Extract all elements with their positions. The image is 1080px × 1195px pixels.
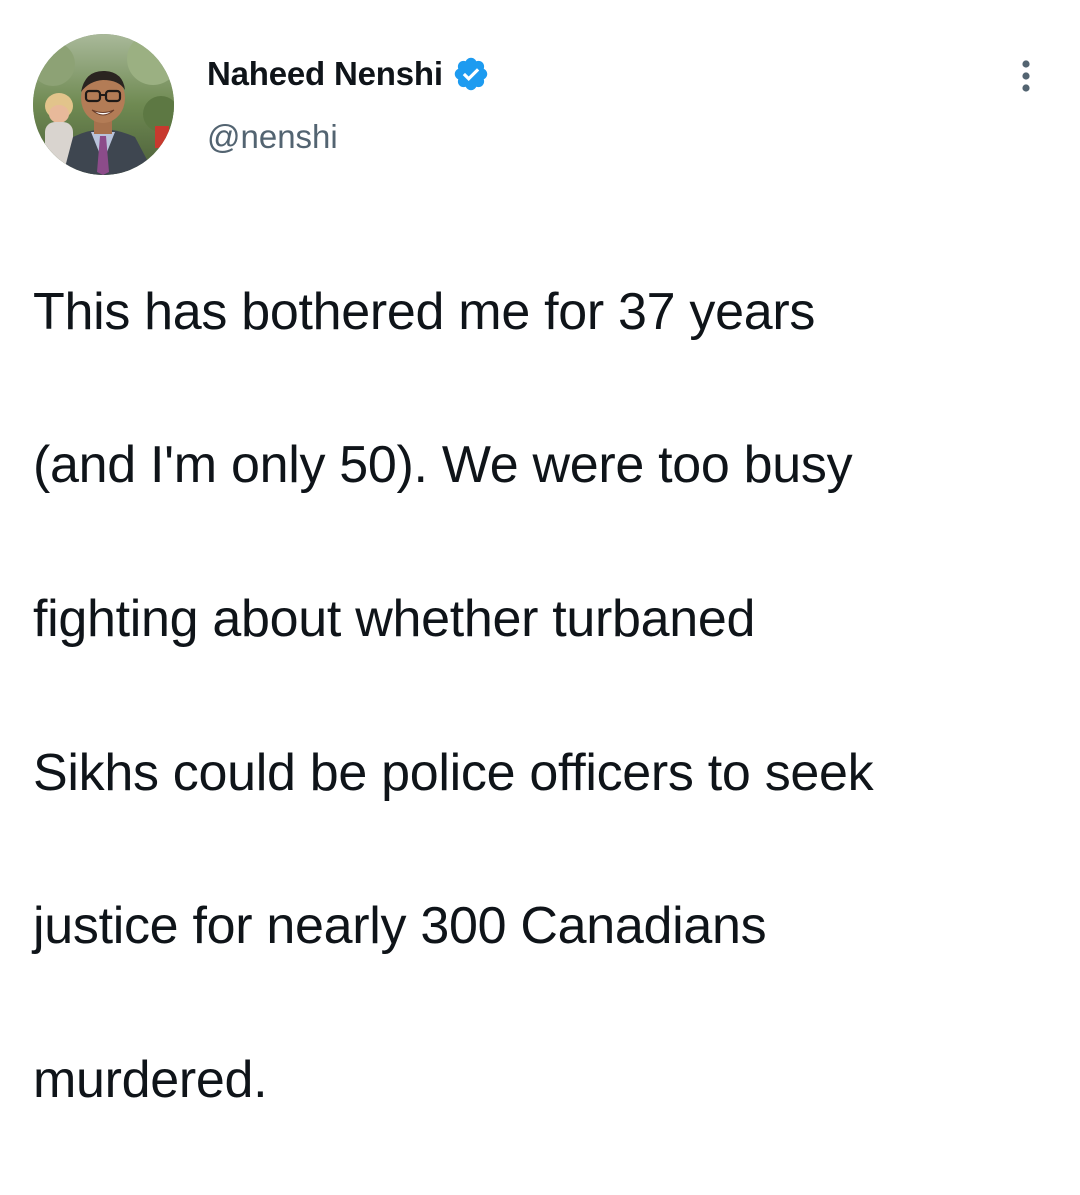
more-options-icon[interactable] <box>1011 56 1041 96</box>
verified-badge-icon <box>452 55 490 93</box>
tweet-text-line: Sikhs could be police officers to seek <box>33 743 874 802</box>
author-display-name[interactable]: Naheed Nenshi <box>207 52 443 96</box>
avatar[interactable] <box>33 34 174 175</box>
tweet-text-line: justice for nearly 300 Canadians <box>33 897 767 956</box>
tweet-text-line: This has bothered me for 37 years <box>33 282 816 341</box>
author-name-row[interactable]: Naheed Nenshi <box>207 52 490 96</box>
tweet-text-line: (and I'm only 50). We were too busy <box>33 436 853 495</box>
avatar-photo <box>33 34 174 175</box>
tweet-text-line: fighting about whether turbaned <box>33 589 756 648</box>
tweet-text: This has bothered me for 37 years (and I… <box>33 197 1053 1195</box>
tweet-card: Naheed Nenshi @nenshi This has bothered … <box>0 0 1080 1109</box>
tweet-text-line: murdered. <box>33 1050 268 1109</box>
author-handle[interactable]: @nenshi <box>207 115 338 159</box>
